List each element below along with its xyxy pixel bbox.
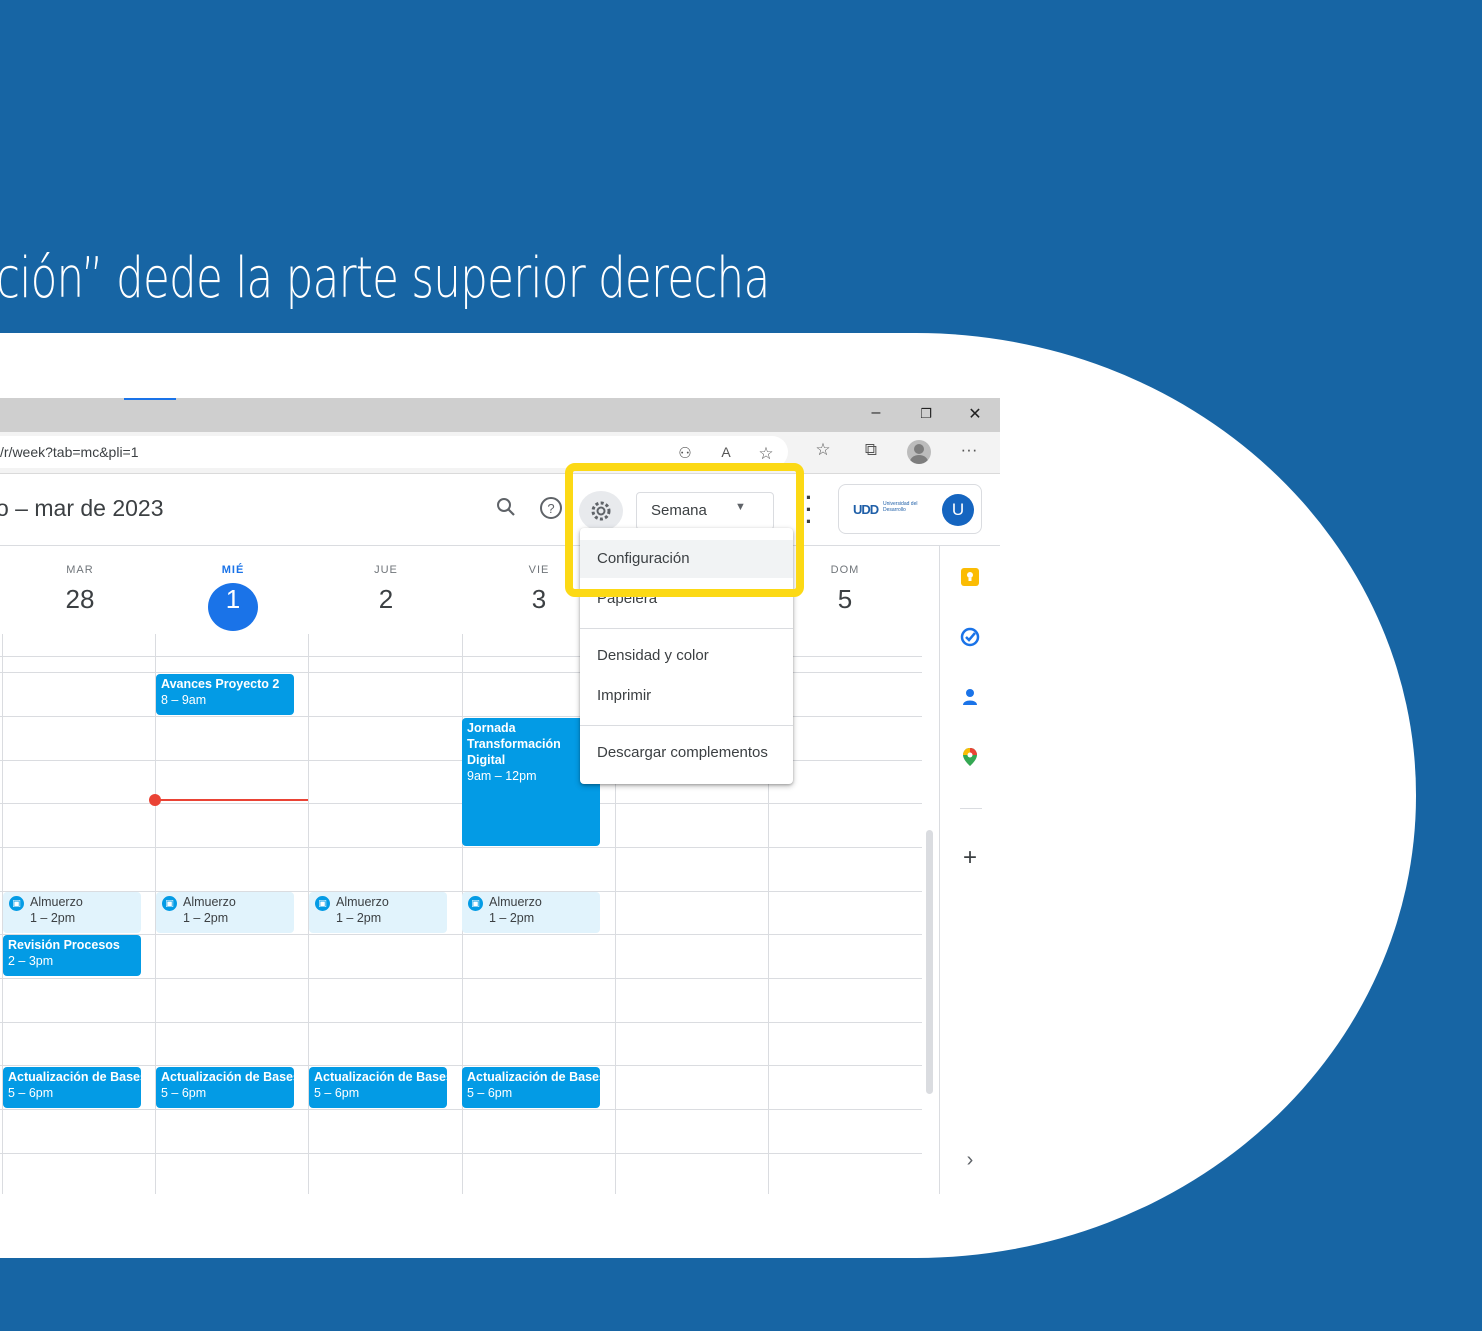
- event-actualizacion[interactable]: Actualización de Bases 5 – 6pm: [156, 1067, 294, 1108]
- event-time: 1 – 2pm: [489, 911, 535, 925]
- collections-icon[interactable]: ⧉: [858, 440, 884, 460]
- hour-line: [0, 803, 922, 804]
- day-name: MAR: [66, 564, 94, 576]
- help-icon[interactable]: ?: [539, 496, 563, 526]
- more-icon[interactable]: ···: [956, 440, 982, 460]
- day-name-today: MIÉ: [221, 564, 245, 576]
- event-title: Avances Proyecto 2: [161, 677, 280, 691]
- event-time: 5 – 6pm: [467, 1086, 513, 1100]
- calendar-icon: ▣: [162, 896, 177, 911]
- window-titlebar: – ❐ ✕: [0, 398, 1000, 432]
- tasks-icon[interactable]: [958, 626, 982, 650]
- day-number[interactable]: 28: [40, 584, 120, 615]
- avatar[interactable]: U: [942, 494, 974, 526]
- read-aloud-icon[interactable]: A: [713, 444, 739, 460]
- event-title: Actualización de Bases: [8, 1070, 141, 1084]
- event-almuerzo[interactable]: ▣ Almuerzo 1 – 2pm: [462, 892, 600, 933]
- date-range-title: o – mar de 2023: [0, 495, 164, 521]
- day-number[interactable]: 2: [346, 584, 426, 615]
- event-time: 5 – 6pm: [161, 1086, 207, 1100]
- event-revision-procesos[interactable]: Revisión Procesos 2 – 3pm: [3, 935, 141, 976]
- event-almuerzo[interactable]: ▣ Almuerzo 1 – 2pm: [309, 892, 447, 933]
- calendar-icon: ▣: [468, 896, 483, 911]
- calendar-header: o – mar de 2023 ? Semana ▼ · · · UDD Unive…: [0, 474, 1000, 546]
- org-logo[interactable]: UDD Universidad del Desarrollo U: [838, 484, 982, 534]
- minimize-button[interactable]: –: [856, 404, 896, 422]
- week-grid: MAR 28 MIÉ 1 JUE 2 VIE 3 DOM 5 Avances P…: [0, 546, 1000, 1194]
- event-title: Revisión Procesos: [8, 938, 120, 952]
- event-time: 8 – 9am: [161, 693, 207, 707]
- event-title: Almuerzo: [336, 895, 389, 909]
- link-icon[interactable]: ⚇: [672, 444, 698, 462]
- event-time: 1 – 2pm: [30, 911, 76, 925]
- event-time: 9am – 12pm: [467, 769, 537, 783]
- event-time: 1 – 2pm: [183, 911, 229, 925]
- svg-text:?: ?: [547, 501, 554, 516]
- favorites-icon[interactable]: ☆: [810, 440, 836, 460]
- menu-item-descargar[interactable]: Descargar complementos: [580, 734, 793, 772]
- slide-caption: ción” dede la parte superior derecha: [0, 246, 770, 311]
- event-title: Almuerzo: [489, 895, 542, 909]
- hour-line: [0, 1109, 922, 1110]
- menu-divider: [580, 725, 793, 726]
- org-logo-text: Universidad del Desarrollo: [883, 501, 918, 513]
- event-almuerzo[interactable]: ▣ Almuerzo 1 – 2pm: [156, 892, 294, 933]
- expand-panel-icon[interactable]: ›: [958, 1149, 982, 1173]
- event-time: 5 – 6pm: [8, 1086, 54, 1100]
- event-title: Jornada Transformación Digital: [467, 721, 561, 767]
- browser-screenshot: – ❐ ✕ /r/week?tab=mc&pli=1 ⚇ A ☆ ☆ ⧉ ···…: [0, 398, 1000, 1194]
- calendar-icon: ▣: [9, 896, 24, 911]
- active-tab-indicator: [124, 398, 176, 400]
- favorite-add-icon[interactable]: ☆: [753, 444, 779, 464]
- menu-item-densidad[interactable]: Densidad y color: [580, 637, 793, 675]
- event-actualizacion[interactable]: Actualización de Bases 5 – 6pm: [3, 1067, 141, 1108]
- event-title: Actualización de Bases: [161, 1070, 294, 1084]
- profile-icon[interactable]: [907, 440, 931, 464]
- close-button[interactable]: ✕: [955, 404, 995, 424]
- search-icon[interactable]: [495, 496, 517, 524]
- event-time: 5 – 6pm: [314, 1086, 360, 1100]
- org-logo-mark: UDD: [853, 502, 879, 517]
- hour-line: [0, 1065, 922, 1066]
- event-almuerzo[interactable]: ▣ Almuerzo 1 – 2pm: [3, 892, 141, 933]
- browser-toolbar: /r/week?tab=mc&pli=1 ⚇ A ☆ ☆ ⧉ ···: [0, 432, 1000, 474]
- hour-line: [0, 1153, 922, 1154]
- hour-line: [0, 978, 922, 979]
- hour-line: [0, 847, 922, 848]
- event-title: Actualización de Bases: [314, 1070, 447, 1084]
- hour-line: [0, 1022, 922, 1023]
- event-actualizacion[interactable]: Actualización de Bases 5 – 6pm: [309, 1067, 447, 1108]
- side-panel: + ›: [939, 546, 1000, 1194]
- vertical-scrollbar[interactable]: [926, 830, 933, 1094]
- day-number[interactable]: 5: [805, 584, 885, 615]
- url-text: /r/week?tab=mc&pli=1: [0, 444, 139, 460]
- add-icon[interactable]: +: [958, 844, 982, 871]
- day-name: JUE: [374, 564, 398, 576]
- event-actualizacion[interactable]: Actualización de Bases 5 – 6pm: [462, 1067, 600, 1108]
- keep-icon[interactable]: [958, 566, 982, 590]
- calendar-icon: ▣: [315, 896, 330, 911]
- current-time-dot: [149, 794, 161, 806]
- contacts-icon[interactable]: [958, 686, 982, 710]
- current-time-line: [156, 799, 308, 801]
- menu-item-imprimir[interactable]: Imprimir: [580, 677, 793, 715]
- maps-icon[interactable]: [958, 746, 982, 770]
- event-avances-proyecto[interactable]: Avances Proyecto 2 8 – 9am: [156, 674, 294, 715]
- event-title: Almuerzo: [30, 895, 83, 909]
- day-number-today[interactable]: 1: [193, 584, 273, 615]
- restore-button[interactable]: ❐: [906, 406, 946, 422]
- event-title: Almuerzo: [183, 895, 236, 909]
- menu-divider: [580, 628, 793, 629]
- event-title: Actualización de Bases: [467, 1070, 600, 1084]
- apps-menu-icon[interactable]: · · ·: [805, 487, 813, 533]
- highlight-box: [565, 463, 804, 597]
- side-divider: [960, 808, 982, 809]
- day-name: DOM: [830, 564, 860, 576]
- event-time: 1 – 2pm: [336, 911, 382, 925]
- event-time: 2 – 3pm: [8, 954, 54, 968]
